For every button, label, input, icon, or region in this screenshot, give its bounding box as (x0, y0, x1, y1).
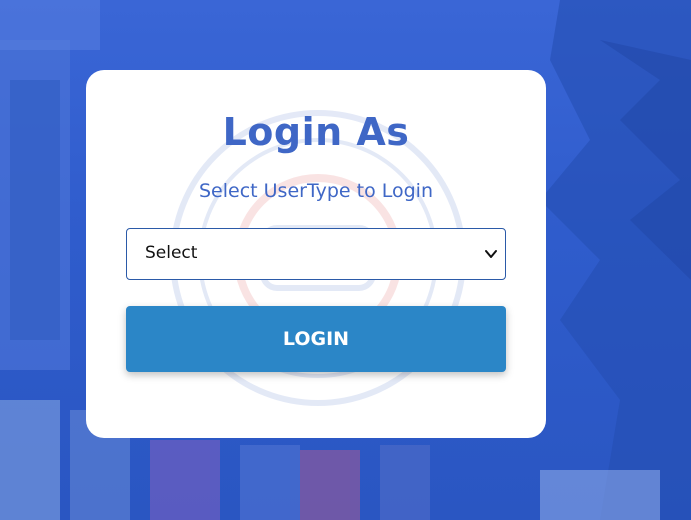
chevron-down-icon (485, 250, 497, 258)
login-button[interactable]: LOGIN (126, 306, 506, 372)
page-title: Login As (222, 110, 410, 154)
usertype-select[interactable]: Select (126, 228, 506, 280)
page-subtitle: Select UserType to Login (198, 180, 433, 202)
login-card: Login As Select UserType to Login Select… (86, 70, 546, 438)
usertype-select-value: Select (145, 243, 198, 263)
